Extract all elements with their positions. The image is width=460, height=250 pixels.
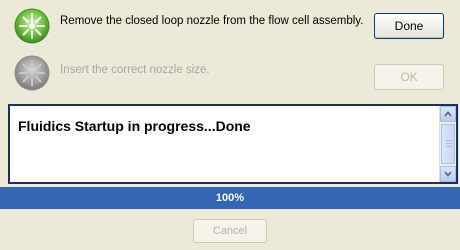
progress-label: 100% <box>215 192 245 204</box>
log-scrollbar[interactable] <box>439 106 456 182</box>
sparkle-green-icon <box>14 8 50 44</box>
ok-button[interactable]: OK <box>374 64 444 90</box>
grip-line <box>446 140 452 141</box>
done-button[interactable]: Done <box>374 13 444 39</box>
fluidics-startup-dialog: Remove the closed loop nozzle from the f… <box>0 0 460 250</box>
scroll-down-button[interactable] <box>440 166 456 182</box>
grip-line <box>446 143 452 144</box>
step-text: Insert the correct nozzle size. <box>60 64 210 76</box>
chevron-up-icon <box>444 111 452 117</box>
chevron-down-icon <box>444 171 452 177</box>
log-text: Fluidics Startup in progress...Done <box>18 118 251 134</box>
status-log: Fluidics Startup in progress...Done <box>8 104 458 184</box>
grip-line <box>446 146 452 147</box>
cancel-button[interactable]: Cancel <box>193 219 267 243</box>
progress-bar: 100% <box>0 187 460 209</box>
scroll-up-button[interactable] <box>440 106 456 122</box>
step-text: Remove the closed loop nozzle from the f… <box>60 15 364 27</box>
sparkle-gray-icon <box>14 55 50 91</box>
scroll-thumb[interactable] <box>441 124 455 164</box>
